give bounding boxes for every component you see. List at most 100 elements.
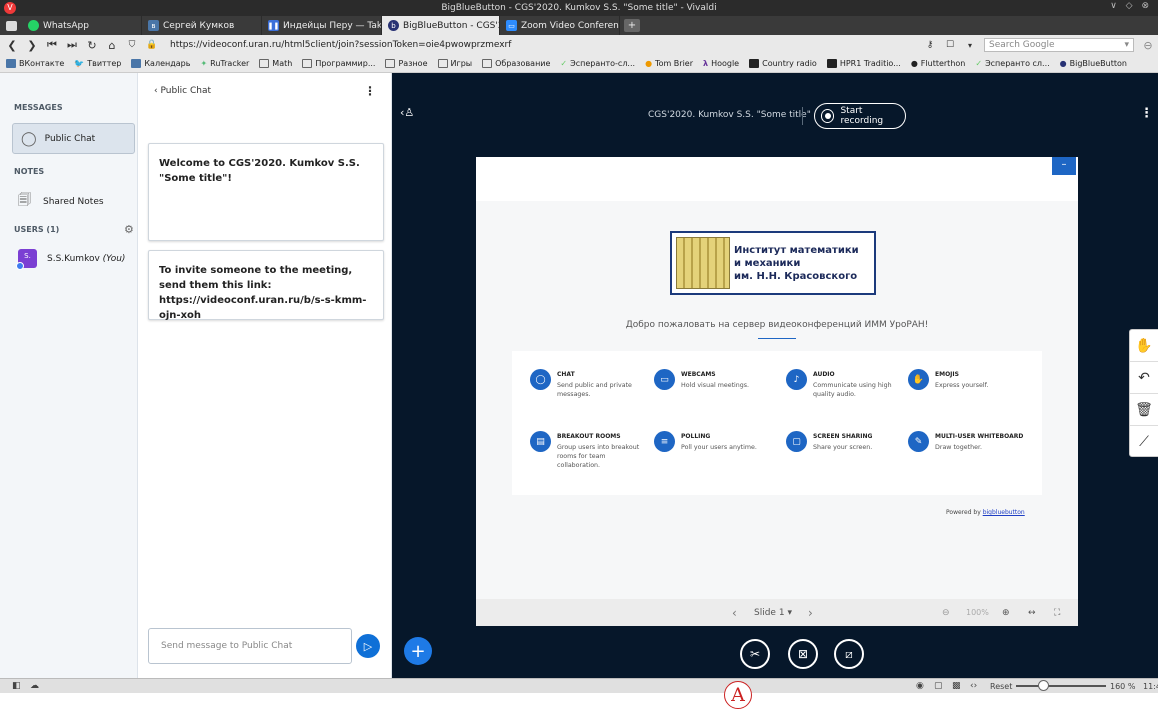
send-message-button[interactable]: ▷ xyxy=(356,634,380,658)
bookmark-item[interactable]: ✓ Эсперанто сл... xyxy=(975,59,1049,68)
search-input[interactable]: Search Google ▾ xyxy=(984,38,1134,52)
share-webcam-button[interactable]: ⊠ xyxy=(788,639,818,669)
fullscreen-icon[interactable]: ⛶ xyxy=(1054,608,1060,618)
leave-audio-button[interactable]: ✂ xyxy=(740,639,770,669)
tile-icon[interactable]: ▢ xyxy=(934,681,943,691)
fit-width-icon[interactable]: ↔ xyxy=(1028,608,1036,618)
minimize-presentation-button[interactable]: – xyxy=(1052,157,1076,175)
vivaldi-logo-icon[interactable]: V xyxy=(4,2,16,14)
feature-webcams: ▭ WEBCAMS Hold visual meetings. xyxy=(654,369,774,390)
public-chat-item[interactable]: ◯ Public Chat xyxy=(12,123,135,154)
folder-icon xyxy=(302,59,313,68)
rewind-icon[interactable]: ⏮ xyxy=(46,38,58,52)
bookmark-item[interactable]: Программир... xyxy=(302,59,375,68)
chat-options-icon[interactable]: ⋮ xyxy=(364,84,376,98)
image-icon[interactable]: ▩ xyxy=(952,681,961,691)
github-icon: ● xyxy=(910,59,918,68)
twitter-icon: 🐦 xyxy=(74,59,85,68)
tab-vk[interactable]: в Сергей Кумков xyxy=(142,16,262,35)
zoom-in-icon[interactable]: ⊕ xyxy=(1002,608,1010,618)
headset-off-icon: ✂ xyxy=(749,647,761,661)
cloud-icon[interactable]: ☁ xyxy=(30,681,39,691)
bookmark-item[interactable]: Образование xyxy=(482,59,550,68)
bookmark-item[interactable]: ✓ Эсперанто-сл... xyxy=(560,59,635,68)
hide-chat-button[interactable]: ‹ Public Chat xyxy=(154,86,211,96)
tab-zoom[interactable]: ▭Zoom Video Conferencing xyxy=(500,16,620,35)
home-icon[interactable]: ⌂ xyxy=(106,39,118,52)
tab-whatsapp[interactable]: WhatsApp xyxy=(22,16,142,35)
bookmark-icon[interactable]: ☐ xyxy=(944,40,956,50)
bookmark-item[interactable]: Разное xyxy=(385,59,428,68)
bookmark-item[interactable]: Календарь xyxy=(131,59,190,68)
webcam-icon: ▭ xyxy=(654,369,675,390)
bookmark-item[interactable]: Игры xyxy=(437,59,472,68)
window-menu-icon[interactable] xyxy=(0,16,22,35)
window-title: BigBlueButton - CGS'2020. Kumkov S.S. "S… xyxy=(441,3,717,13)
radio-icon xyxy=(826,59,837,68)
shield-icon[interactable]: ⛉ xyxy=(126,40,138,50)
window-title-bar: V BigBlueButton - CGS'2020. Kumkov S.S. … xyxy=(0,0,1158,16)
vk-icon: в xyxy=(148,20,159,31)
actions-plus-button[interactable]: + xyxy=(404,637,432,665)
options-menu-icon[interactable]: ⋮ xyxy=(1140,106,1153,121)
tab-bigbluebutton[interactable]: bBigBlueButton - CGS'2020 xyxy=(382,16,500,35)
bookmark-item[interactable]: ● Tom Brier xyxy=(645,59,693,68)
feature-chat: ◯ CHAT Send public and private messages. xyxy=(530,369,650,399)
bookmark-item[interactable]: ● Flutterthon xyxy=(911,59,966,68)
window-controls[interactable]: ∨ ◇ ⊗ xyxy=(1110,1,1152,11)
bookmark-item[interactable]: ● BigBlueButton xyxy=(1060,59,1127,68)
bookmark-item[interactable]: λ Hoogle xyxy=(703,59,739,68)
tom-brier-icon: ● xyxy=(645,59,653,68)
undo-icon[interactable]: ↶ xyxy=(1130,362,1158,394)
new-tab-button[interactable]: + xyxy=(624,19,640,32)
esperanto-icon: ✓ xyxy=(975,59,983,68)
share-screen-button[interactable]: ⧄ xyxy=(834,639,864,669)
presentation-area: ‹♙ CGS'2020. Kumkov S.S. "Some title" St… xyxy=(392,73,1158,678)
start-recording-button[interactable]: Start recording xyxy=(814,103,906,129)
esperanto-icon: ✓ xyxy=(560,59,568,68)
bookmark-item[interactable]: 🐦 Твиттер xyxy=(74,59,121,68)
panel-toggle-icon[interactable]: ◧ xyxy=(12,681,21,691)
hand-tool-icon[interactable]: ✋ xyxy=(1130,330,1158,362)
presentation-toolbar: ‹ Slide 1 ▾ › ⊖ 100% ⊕ ↔ ⛶ xyxy=(476,599,1078,626)
reload-icon[interactable]: ↻ xyxy=(86,39,98,52)
zoom-out-icon[interactable]: ⊖ xyxy=(942,608,950,618)
multi-user-icon[interactable]: ⟋ xyxy=(1130,426,1158,458)
zoom-slider[interactable] xyxy=(1016,685,1106,687)
capture-icon[interactable]: ◉ xyxy=(916,681,924,691)
gear-icon[interactable]: ⚙ xyxy=(124,223,134,236)
bookmark-item[interactable]: ✦ RuTracker xyxy=(200,59,249,68)
zoom-slider-handle[interactable] xyxy=(1038,680,1049,691)
chevron-down-icon[interactable]: ▾ xyxy=(964,41,976,50)
next-slide-icon[interactable]: › xyxy=(808,606,813,620)
fast-forward-icon[interactable]: ⏭ xyxy=(66,38,78,52)
profile-icon[interactable]: ⊖ xyxy=(1142,39,1154,52)
feature-screen-sharing: ▢ SCREEN SHARING Share your screen. xyxy=(786,431,906,452)
code-icon[interactable]: ‹› xyxy=(970,681,977,691)
user-list-toggle-icon[interactable]: ‹♙ xyxy=(400,106,414,119)
welcome-message: Welcome to CGS'2020. Kumkov S.S. "Some t… xyxy=(148,143,384,241)
previous-slide-icon[interactable]: ‹ xyxy=(732,606,737,620)
bookmark-item[interactable]: ВКонтакте xyxy=(6,59,64,68)
bigbluebutton-link[interactable]: bigbluebutton xyxy=(983,509,1025,516)
user-list-item[interactable]: S. S.S.Kumkov (You) xyxy=(16,249,125,270)
reset-zoom-button[interactable]: Reset xyxy=(990,682,1012,691)
clear-annotations-icon[interactable]: 🗑 xyxy=(1130,394,1158,426)
annotation-marker: A xyxy=(724,681,752,709)
back-icon[interactable]: ❮ xyxy=(6,39,18,52)
slide-selector[interactable]: Slide 1 ▾ xyxy=(754,608,792,618)
shared-notes-item[interactable]: 🗐 Shared Notes xyxy=(18,191,104,213)
screenshare-off-icon: ⧄ xyxy=(845,646,853,661)
bookmark-item[interactable]: HPR1 Traditio... xyxy=(826,59,901,68)
tab-music[interactable]: ❚❚Индейцы Перу — Takirari xyxy=(262,16,382,35)
whiteboard-toolbar: ✋ ↶ 🗑 ⟋ xyxy=(1129,329,1158,457)
bookmark-item[interactable]: Math xyxy=(259,59,292,68)
url-field[interactable]: https://videoconf.uran.ru/html5client/jo… xyxy=(170,40,916,50)
bookmark-item[interactable]: Country radio xyxy=(749,59,817,68)
key-icon[interactable]: ⚷ xyxy=(924,40,936,50)
folder-icon xyxy=(385,59,396,68)
chat-message-input[interactable]: Send message to Public Chat xyxy=(148,628,352,664)
plus-icon: + xyxy=(410,640,426,662)
chat-header: ‹ Public Chat ⋮ xyxy=(138,73,392,109)
forward-icon[interactable]: ❯ xyxy=(26,39,38,52)
